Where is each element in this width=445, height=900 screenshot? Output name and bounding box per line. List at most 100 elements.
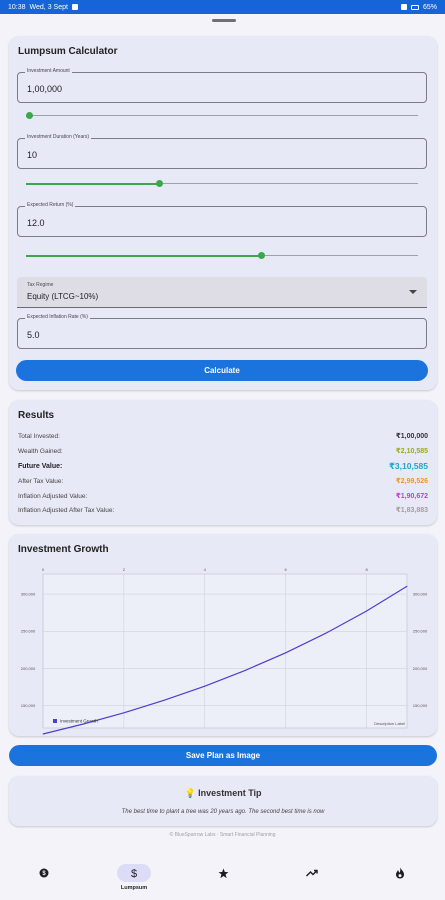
nav-pill: $: [27, 864, 61, 882]
results-title: Results: [18, 410, 55, 421]
calculate-button[interactable]: Calculate: [16, 360, 428, 381]
investment-amount-field[interactable]: Investment Amount 1,00,000: [17, 68, 427, 103]
slider-thumb[interactable]: [155, 180, 163, 187]
result-row-inflation-adjusted-after-tax: Inflation Adjusted After Tax Value: ₹1,8…: [18, 504, 428, 516]
x-tick-label: 8: [365, 567, 368, 572]
notification-icon: [71, 4, 78, 10]
x-tick-label: 0: [42, 567, 45, 572]
slider-fill: [26, 182, 160, 185]
dollar-coin-icon: $: [39, 868, 49, 878]
expected-return-field[interactable]: Expected Return (%) 12.0: [17, 202, 427, 237]
x-tick-label: 6: [285, 567, 288, 572]
nav-pill: [383, 864, 417, 882]
x-tick-label: 4: [204, 567, 207, 572]
result-value: ₹1,00,000: [395, 433, 428, 440]
result-label: Future Value:: [18, 462, 63, 470]
slider-thumb[interactable]: [257, 252, 265, 259]
save-plan-button[interactable]: Save Plan as Image: [9, 745, 437, 766]
investment-amount-value: 1,00,000: [27, 84, 63, 94]
tax-regime-label: Tax Regime: [27, 282, 54, 288]
result-row-inflation-adjusted: Inflation Adjusted Value: ₹1,90,672: [18, 490, 428, 502]
data-point: [163, 699, 165, 701]
data-point: [406, 585, 408, 587]
y-tick-label-left: 200,000: [21, 666, 36, 671]
nav-pill: $: [117, 864, 151, 882]
results-card: Results Total Invested: ₹1,00,000 Wealth…: [9, 400, 437, 525]
result-label: Total Invested:: [18, 432, 60, 440]
y-tick-label-right: 200,000: [413, 666, 428, 671]
investment-amount-label: Investment Amount: [25, 68, 72, 74]
result-value: ₹3,10,585: [388, 460, 428, 471]
tax-regime-value: Equity (LTCG~10%): [27, 292, 99, 301]
nav-pill: [206, 864, 240, 882]
data-point: [325, 632, 327, 634]
y-tick-label-right: 250,000: [413, 629, 428, 634]
expected-return-label: Expected Return (%): [25, 202, 76, 208]
investment-growth-card: Investment Growth 150,000 150,000 200,000 2…: [9, 534, 437, 736]
data-point: [285, 652, 287, 654]
nav-item-goals[interactable]: [193, 864, 253, 896]
result-row-total-invested: Total Invested: ₹1,00,000: [18, 430, 428, 442]
nav-item-trends[interactable]: [282, 864, 342, 896]
drag-handle[interactable]: [212, 19, 236, 22]
investment-duration-slider[interactable]: [26, 180, 418, 187]
investment-duration-label: Investment Duration (Years): [25, 134, 92, 140]
data-point: [204, 685, 206, 687]
result-label: Wealth Gained:: [18, 447, 63, 455]
nav-item-sip[interactable]: $: [14, 864, 74, 896]
chart-description-label: Description Label: [374, 721, 405, 726]
nav-label-lumpsum: Lumpsum: [120, 885, 148, 891]
result-row-future-value: Future Value: ₹3,10,585: [18, 460, 428, 472]
growth-chart: 150,000 150,000 200,000 200,000 250,000 250,0…: [17, 560, 429, 752]
legend-label: Investment Growth: [60, 719, 98, 724]
data-point: [42, 733, 44, 735]
legend-swatch: [53, 719, 57, 723]
y-tick-label-right: 150,000: [413, 703, 428, 708]
data-point: [83, 723, 84, 725]
status-bar: 10:38 Wed, 3 Sept 65%: [0, 0, 445, 14]
result-label: Inflation Adjusted After Tax Value:: [18, 506, 115, 514]
trending-up-icon: [306, 869, 318, 877]
slider-thumb[interactable]: [26, 112, 34, 119]
result-value: ₹2,10,585: [395, 448, 428, 455]
data-point: [366, 610, 367, 612]
data-point: [123, 712, 125, 714]
nav-item-lumpsum[interactable]: $ Lumpsum: [104, 864, 164, 896]
result-label: After Tax Value:: [18, 477, 64, 485]
result-value: ₹1,90,672: [395, 493, 428, 500]
star-icon: [218, 868, 228, 878]
bottom-navigation: $ $ Lumpsum: [0, 856, 445, 900]
battery-icon: [410, 4, 419, 10]
status-date: Wed, 3 Sept: [29, 3, 68, 11]
inflation-rate-field[interactable]: Expected Inflation Rate (%) 5.0: [17, 314, 427, 349]
data-point: [244, 670, 246, 671]
dollar-icon: $: [131, 868, 137, 879]
investment-duration-value: 10: [27, 150, 38, 160]
expected-return-value: 12.0: [27, 218, 45, 228]
result-row-wealth-gained: Wealth Gained: ₹2,10,585: [18, 445, 428, 457]
tip-title: 💡 Investment Tip: [184, 788, 262, 798]
investment-tip-card: 💡 Investment Tip The best time to plant …: [9, 776, 437, 826]
plot-area: [42, 573, 408, 729]
tip-text: The best time to plant a tree was 20 yea…: [121, 809, 325, 815]
y-tick-label-left: 300,000: [21, 591, 36, 596]
growth-chart-svg: 150,000 150,000 200,000 200,000 250,000 250,0…: [21, 567, 428, 735]
result-label: Inflation Adjusted Value:: [18, 492, 88, 500]
dropdown-arrow-icon: [409, 290, 417, 294]
investment-amount-slider[interactable]: [26, 112, 418, 119]
footer-text: © BlueSparrow Labs · Smart Financial Pla…: [169, 832, 276, 838]
battery-level: 65%: [422, 3, 437, 11]
expected-return-slider[interactable]: [26, 252, 418, 259]
tax-regime-select[interactable]: Tax Regime Equity (LTCG~10%): [17, 277, 427, 308]
slider-fill: [26, 254, 262, 257]
nav-item-fire[interactable]: [370, 864, 430, 896]
svg-text:$: $: [131, 868, 137, 879]
investment-duration-field[interactable]: Investment Duration (Years) 10: [17, 134, 427, 169]
inflation-rate-value: 5.0: [27, 330, 40, 340]
fire-icon: [396, 867, 404, 879]
growth-title: Investment Growth: [18, 544, 109, 555]
result-row-after-tax: After Tax Value: ₹2,99,526: [18, 475, 428, 487]
nav-pill: [295, 864, 329, 882]
y-tick-label-left: 150,000: [21, 703, 36, 708]
calculator-title: Lumpsum Calculator: [18, 46, 118, 57]
